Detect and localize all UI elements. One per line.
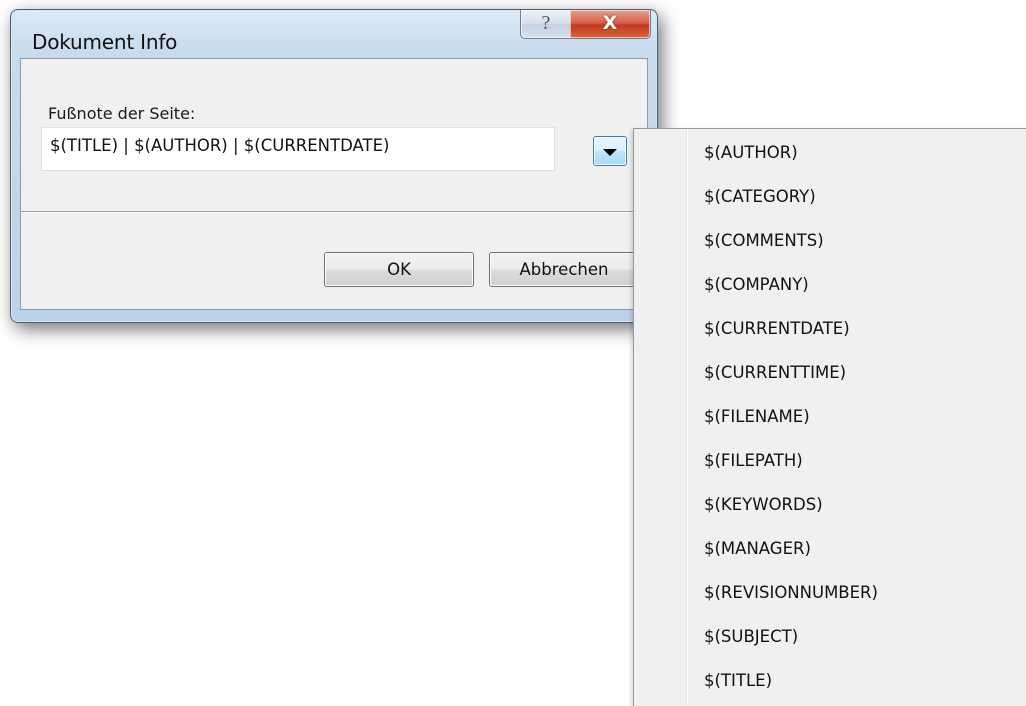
menu-item[interactable]: $(KEYWORDS) bbox=[704, 495, 823, 514]
field-dropdown-menu: $(AUTHOR) $(CATEGORY) $(COMMENTS) $(COMPANY… bbox=[633, 128, 1026, 706]
menu-item[interactable]: $(FILEPATH) bbox=[704, 451, 803, 470]
menu-item[interactable]: $(CURRENTTIME) bbox=[704, 363, 846, 382]
close-icon: X bbox=[602, 12, 618, 34]
separator bbox=[21, 211, 647, 213]
menu-item[interactable]: $(FILENAME) bbox=[704, 407, 810, 426]
menu-item[interactable]: $(COMMENTS) bbox=[704, 231, 824, 250]
menu-item[interactable]: $(CURRENTDATE) bbox=[704, 319, 850, 338]
close-button[interactable]: X bbox=[570, 10, 651, 39]
menu-item[interactable]: $(REVISIONNUMBER) bbox=[704, 583, 878, 602]
menu-gutter bbox=[686, 129, 688, 706]
footer-input[interactable]: $(TITLE) | $(AUTHOR) | $(CURRENTDATE) bbox=[41, 127, 555, 171]
help-icon: ? bbox=[541, 11, 551, 34]
insert-field-dropdown-button[interactable] bbox=[593, 136, 627, 166]
menu-item[interactable]: $(COMPANY) bbox=[704, 275, 809, 294]
footer-label: Fußnote der Seite: bbox=[48, 104, 196, 123]
menu-item[interactable]: $(TITLE) bbox=[704, 671, 772, 690]
ok-button[interactable]: OK bbox=[324, 252, 474, 287]
chevron-down-icon bbox=[603, 148, 617, 156]
menu-item[interactable]: $(MANAGER) bbox=[704, 539, 811, 558]
menu-item[interactable]: $(AUTHOR) bbox=[704, 143, 798, 162]
cancel-button[interactable]: Abbrechen bbox=[489, 252, 639, 287]
help-button[interactable]: ? bbox=[520, 10, 572, 39]
dialog-window: Dokument Info ? X Fußnote der Seite: $(T… bbox=[10, 9, 658, 323]
dialog-client-area: Fußnote der Seite: $(TITLE) | $(AUTHOR) … bbox=[20, 58, 648, 310]
window-title: Dokument Info bbox=[32, 30, 178, 54]
menu-item[interactable]: $(CATEGORY) bbox=[704, 187, 816, 206]
menu-item[interactable]: $(SUBJECT) bbox=[704, 627, 798, 646]
